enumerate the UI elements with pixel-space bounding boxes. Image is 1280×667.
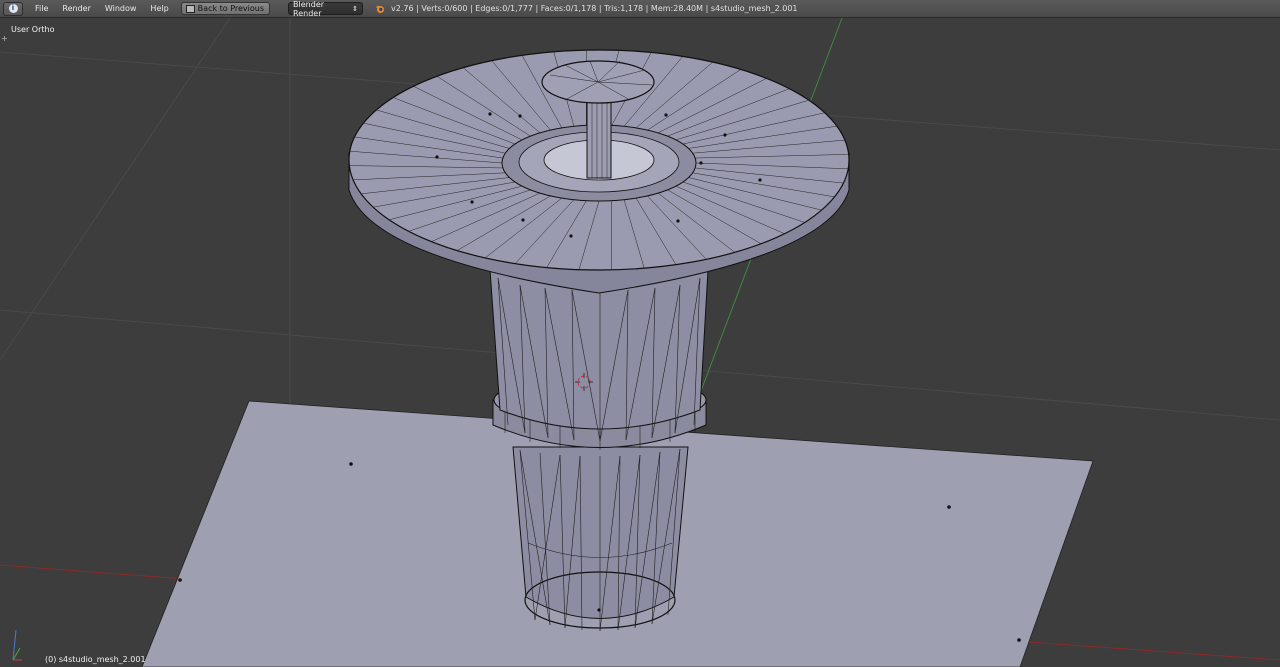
scene-statistics: v2.76 | Verts:0/600 | Edges:0/1,777 | Fa… (391, 4, 798, 13)
info-icon: i (8, 4, 18, 13)
axis-gizmo-icon (12, 629, 22, 661)
menu-help[interactable]: Help (150, 4, 168, 13)
back-to-previous-label: Back to Previous (197, 4, 265, 13)
render-engine-value: Blender Render (293, 0, 325, 18)
toolshelf-toggle-icon[interactable]: + (1, 34, 8, 43)
view-name-label: User Ortho (11, 25, 55, 34)
menu-file[interactable]: File (35, 4, 48, 13)
render-engine-select[interactable]: Blender Render ⇕ (288, 0, 364, 18)
lower-stem-mesh (512, 446, 689, 632)
3d-viewport[interactable] (0, 18, 1280, 667)
info-header: i File Render Window Help Back to Previo… (0, 0, 1280, 18)
active-object-label: (0) s4studio_mesh_2.001 (45, 655, 146, 664)
blender-logo-icon (375, 5, 385, 13)
x-axis-line-right (999, 639, 1280, 661)
menu-window[interactable]: Window (105, 4, 137, 13)
screen-icon (185, 4, 195, 13)
menu-render[interactable]: Render (62, 4, 90, 13)
back-to-previous-button[interactable]: Back to Previous (180, 2, 271, 15)
upper-column-mesh (489, 269, 709, 442)
updown-arrows-icon: ⇕ (352, 4, 359, 13)
editor-type-button[interactable]: i (3, 1, 23, 16)
